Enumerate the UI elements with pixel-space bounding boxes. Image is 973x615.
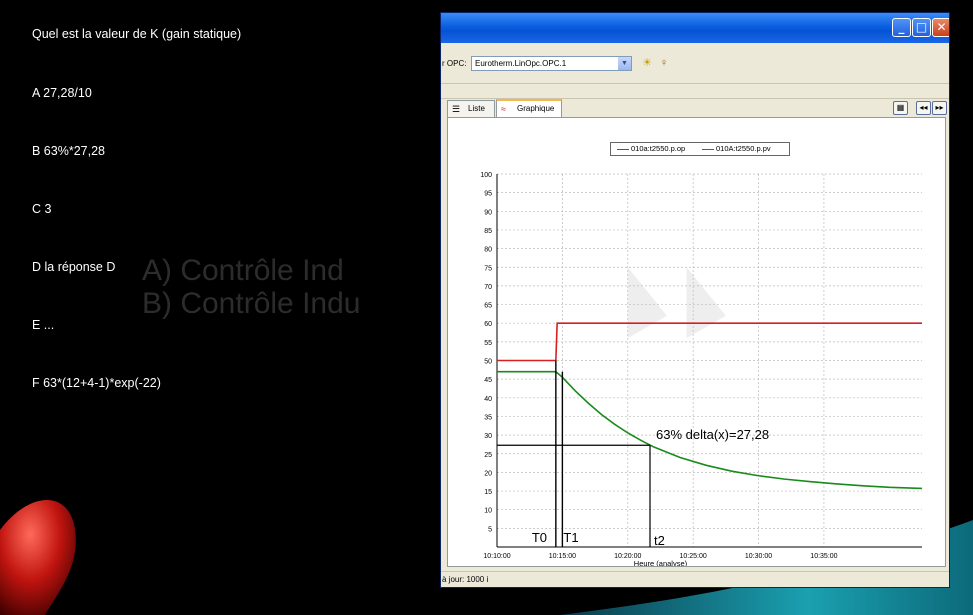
y-tick-label: 50	[484, 359, 492, 366]
y-tick-label: 85	[484, 228, 492, 235]
option-a: A 27,28/10	[32, 86, 92, 100]
lightbulb-off-icon[interactable]: ♀	[657, 56, 671, 70]
option-c: C 3	[32, 202, 52, 216]
ghost-heading-2: B) Contrôle Indu	[142, 287, 361, 320]
y-tick-label: 90	[484, 209, 492, 216]
annotation-t1: T1	[563, 530, 578, 545]
y-tick-label: 95	[484, 191, 492, 198]
option-d: D la réponse D	[32, 260, 116, 274]
grid-view-icon[interactable]: ▦	[893, 101, 908, 115]
y-tick-label: 60	[484, 321, 492, 328]
maximize-button[interactable]: □	[912, 18, 931, 37]
y-tick-label: 55	[484, 340, 492, 347]
scroll-left-icon[interactable]: ◂◂	[916, 101, 931, 115]
y-tick-label: 40	[484, 396, 492, 403]
annotation-t2: t2	[654, 533, 665, 548]
chevron-down-icon[interactable]: ▼	[618, 57, 631, 70]
lightbulb-on-icon[interactable]: ☀	[640, 56, 654, 70]
opc-label: r OPC:	[442, 59, 467, 68]
tab-label: Liste	[468, 104, 485, 113]
tab-liste[interactable]: ☰ Liste	[447, 100, 495, 117]
tab-graphique[interactable]: ≈ Graphique	[496, 99, 562, 117]
opc-server-value: Eurotherm.LinOpc.OPC.1	[475, 59, 567, 68]
y-tick-label: 80	[484, 247, 492, 254]
y-tick-label: 5	[488, 526, 492, 533]
title-bar[interactable]: _ □ ✕	[441, 13, 949, 43]
toolbar: r OPC: Eurotherm.LinOpc.OPC.1 ▼ ☀ ♀	[441, 43, 949, 84]
list-icon: ☰	[452, 104, 461, 114]
y-tick-label: 70	[484, 284, 492, 291]
line-chart: 5 10 15 20 25 30 35 40 45 50 55 60 65 70 75 80 85 90 95 100…	[480, 172, 923, 566]
minimize-button[interactable]: _	[892, 18, 911, 37]
question-text: Quel est la valeur de K (gain statique)	[32, 27, 242, 41]
y-tick-label: 35	[484, 414, 492, 421]
app-window: _ □ ✕ r OPC: Eurotherm.LinOpc.OPC.1 ▼ ☀ …	[440, 12, 950, 588]
status-text: à jour: 1000 i	[442, 575, 489, 584]
y-tick-label: 45	[484, 377, 492, 384]
x-tick-label: 10:10:00	[483, 553, 510, 560]
option-e: E ...	[32, 318, 55, 332]
y-tick-label: 20	[484, 470, 492, 477]
tab-label: Graphique	[517, 104, 555, 113]
y-tick-label: 65	[484, 303, 492, 310]
x-tick-label: 10:35:00	[810, 553, 837, 560]
annotation-63-percent: 63% delta(x)=27,28	[656, 427, 769, 442]
graph-panel: 010a:t2550.p.op 010A:t2550.p.pv 5 10 15 20 2…	[447, 117, 946, 567]
opc-server-select[interactable]: Eurotherm.LinOpc.OPC.1 ▼	[471, 56, 632, 71]
annotation-t0: T0	[532, 530, 547, 545]
toolbar-strip	[441, 84, 949, 99]
x-tick-label: 10:15:00	[549, 553, 576, 560]
y-tick-label: 100	[480, 172, 492, 179]
option-f: F 63*(12+4-1)*exp(-22)	[32, 376, 161, 390]
y-tick-label: 30	[484, 433, 492, 440]
red-swoosh-decoration	[0, 500, 76, 615]
status-bar: à jour: 1000 i	[441, 571, 949, 587]
x-axis-title: Heure (analyse)	[634, 559, 688, 566]
close-button[interactable]: ✕	[932, 18, 949, 37]
y-tick-label: 25	[484, 452, 492, 459]
option-b: B 63%*27,28	[32, 144, 105, 158]
y-tick-label: 15	[484, 489, 492, 496]
scroll-right-icon[interactable]: ▸▸	[932, 101, 947, 115]
chart-icon: ≈	[501, 104, 506, 114]
y-tick-label: 10	[484, 508, 492, 515]
slide: A) Contrôle Ind B) Contrôle Indu Quel es…	[0, 0, 973, 615]
x-tick-label: 10:30:00	[745, 553, 772, 560]
ghost-heading-1: A) Contrôle Ind	[142, 254, 344, 287]
y-tick-label: 75	[484, 265, 492, 272]
watermark-logo	[627, 267, 726, 339]
